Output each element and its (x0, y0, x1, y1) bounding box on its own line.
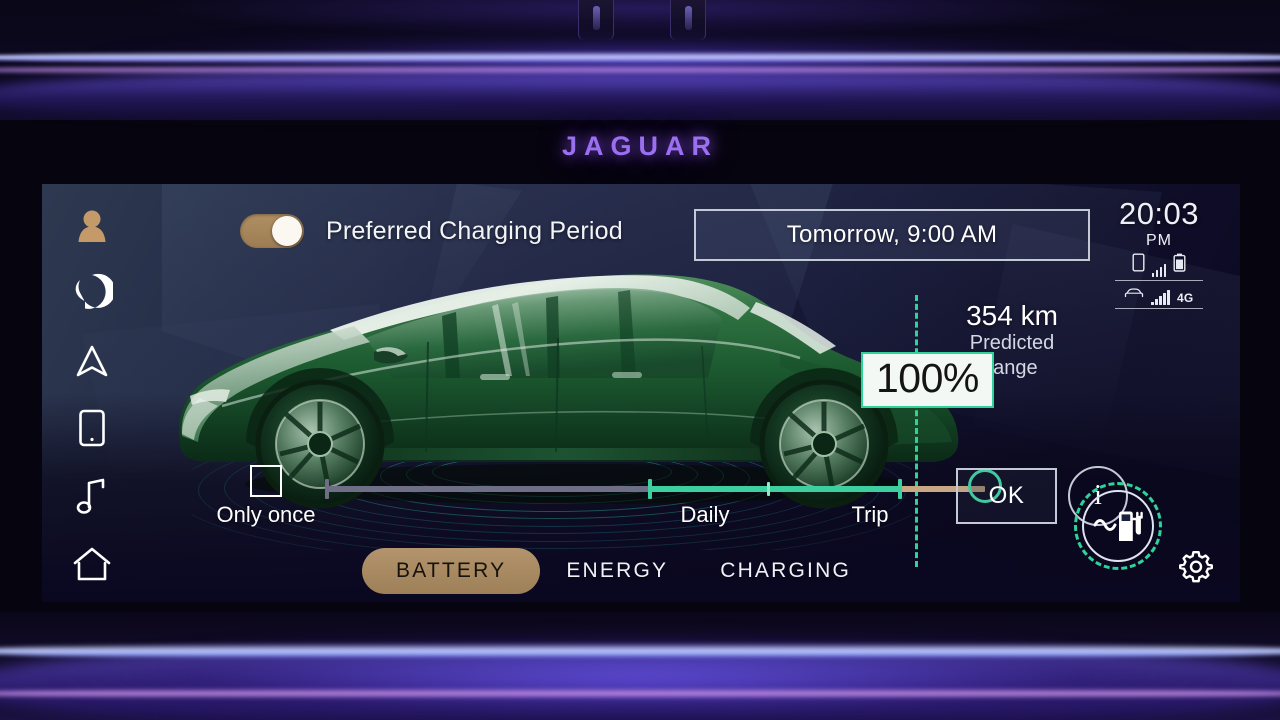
slider-label-daily: Daily (680, 502, 730, 527)
slider-segment-daily (650, 486, 900, 492)
ambient-light-strip-top-primary (0, 52, 1280, 63)
infotainment-screen: 100% Preferred Charging Period Tomorrow,… (42, 184, 1240, 602)
ambient-band-top (0, 74, 1280, 120)
charge-level-controls: Only once Daily Trip OK i (42, 184, 1240, 602)
network-type-label: 4G (1176, 291, 1194, 305)
slider-tick-daily (648, 479, 652, 499)
charge-percent-badge: 100% (861, 352, 994, 408)
status-meridiem: PM (1146, 232, 1172, 249)
infotainment-screenshot: JAGUAR 100% Preferred Charging Period To… (0, 0, 1280, 720)
slider-segment-low (325, 486, 650, 492)
status-cluster: 20:03 PM 4G (1094, 198, 1224, 309)
only-once-checkbox[interactable] (250, 465, 282, 497)
ok-button[interactable]: OK (956, 468, 1057, 524)
ambient-light-strip-top-secondary (0, 66, 1280, 74)
slider-label-trip: Trip (851, 502, 889, 527)
tab-energy[interactable]: ENERGY (540, 548, 694, 594)
predicted-range-value: 354 km (966, 300, 1058, 331)
gear-icon (1178, 548, 1214, 589)
tab-battery[interactable]: BATTERY (362, 548, 541, 594)
tab-charging[interactable]: CHARGING (694, 548, 877, 594)
charge-level-slider[interactable] (325, 469, 1002, 503)
only-once-label: Only once (216, 502, 316, 527)
vehicle-signal-bars (1151, 290, 1170, 305)
tab-bar: BATTERY ENERGY CHARGING (362, 548, 877, 594)
slider-tick-start (325, 479, 329, 499)
slider-tick-mid (767, 482, 770, 496)
ambient-light-strip-bottom-primary (0, 644, 1280, 658)
settings-button[interactable] (1170, 542, 1222, 594)
slider-tick-trip (898, 479, 902, 499)
charging-status-badge (1074, 482, 1162, 570)
brand-logo: JAGUAR (561, 131, 718, 161)
phone-status-row (1115, 253, 1203, 281)
phone-signal-bars (1151, 263, 1167, 277)
battery-icon (1173, 253, 1186, 277)
ac-charging-station-icon (1082, 490, 1154, 562)
vehicle-status-row: 4G (1115, 287, 1203, 309)
ambient-glow-bottom (0, 626, 1280, 718)
ambient-light-strip-bottom-secondary (0, 689, 1280, 698)
phone-device-icon (1132, 253, 1145, 277)
car-icon (1124, 287, 1144, 305)
status-clock: 20:03 (1118, 196, 1200, 231)
